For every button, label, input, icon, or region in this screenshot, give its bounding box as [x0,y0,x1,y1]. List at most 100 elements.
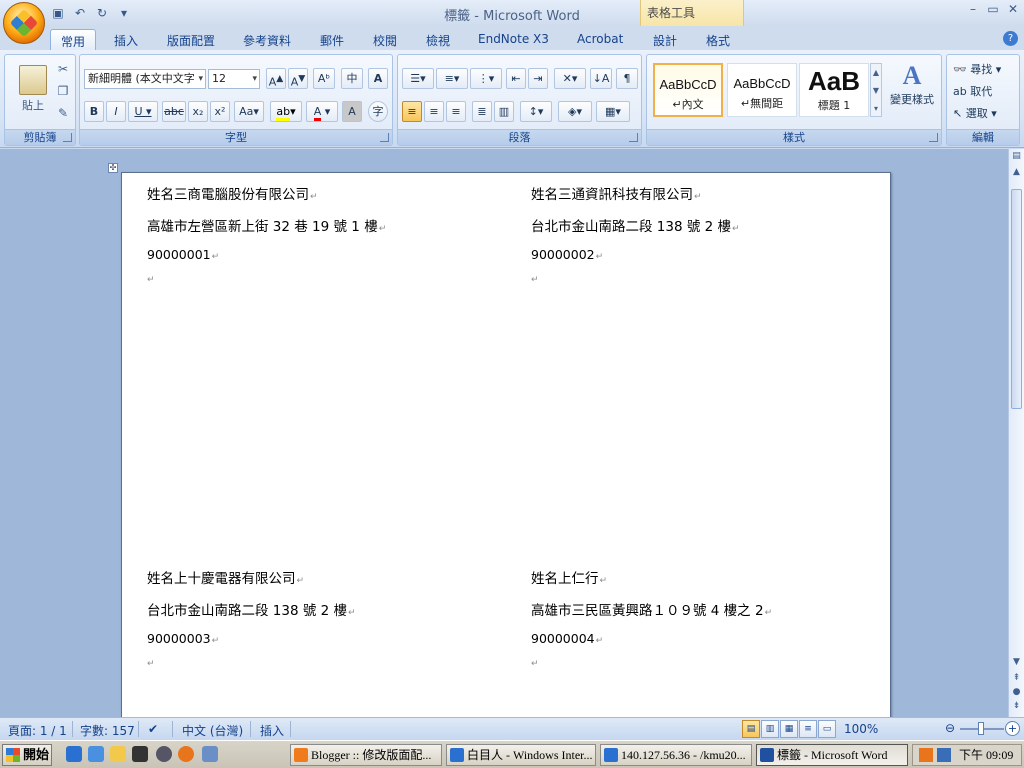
clock[interactable]: 下午 09:09 [959,745,1013,765]
label-4-name[interactable]: 姓名上仁行↵ [531,567,607,587]
tab-references[interactable]: 參考資料 [233,29,301,50]
align-left-icon[interactable]: ≡ [402,101,422,122]
tab-design[interactable]: 設計 [643,29,687,50]
strikethrough-icon[interactable]: abc [162,101,186,122]
language-indicator[interactable]: 中文 (台灣) [182,722,243,739]
desktop-quicklaunch-icon[interactable] [202,746,218,762]
print-layout-icon[interactable]: ▤ [742,720,760,738]
grow-font-icon[interactable]: A▲ [266,68,286,89]
label-4-code[interactable]: 90000004↵ [531,631,603,646]
clipboard-launcher-icon[interactable] [63,133,72,142]
next-page-icon[interactable]: ⇟ [1011,701,1022,711]
media-player-quicklaunch-icon[interactable] [156,746,172,762]
zoom-in-icon[interactable]: + [1005,721,1020,736]
style-no-spacing[interactable]: AaBbCcD ↵無間距 [727,63,797,117]
font-launcher-icon[interactable] [380,133,389,142]
table-move-handle-icon[interactable]: ✣ [108,163,118,173]
font-size-combo[interactable]: 12 [208,69,260,89]
scroll-up-icon[interactable]: ▲ [1011,167,1022,177]
distributed-icon[interactable]: ▥ [494,101,514,122]
insert-mode-indicator[interactable]: 插入 [260,722,284,739]
cmd-quicklaunch-icon[interactable] [132,746,148,762]
tab-endnote[interactable]: EndNote X3 [468,29,559,50]
style-heading-1[interactable]: AaB 標題 1 [799,63,869,117]
folder-quicklaunch-icon[interactable] [110,746,126,762]
draft-icon[interactable]: ▭ [818,720,836,738]
tab-review[interactable]: 校閱 [363,29,407,50]
label-2-address[interactable]: 台北市金山南路二段 138 號 2 樓↵ [531,215,740,235]
bold-icon[interactable]: B [84,101,104,122]
tab-home[interactable]: 常用 [50,29,97,50]
tab-acrobat[interactable]: Acrobat [567,29,633,50]
label-3-code[interactable]: 90000003↵ [147,631,219,646]
shrink-font-icon[interactable]: A▼ [288,68,308,89]
enclose-characters-icon[interactable]: 字 [368,101,388,122]
tab-mailings[interactable]: 郵件 [310,29,354,50]
label-1-address[interactable]: 高雄市左營區新上街 32 巷 19 號 1 樓↵ [147,215,386,235]
network-icon[interactable] [937,748,951,762]
sort-icon[interactable]: ↓A [590,68,612,89]
change-case-icon[interactable]: Aa▾ [234,101,264,122]
label-2-code[interactable]: 90000002↵ [531,247,603,262]
character-border-icon[interactable]: A [368,68,388,89]
firefox-quicklaunch-icon[interactable] [178,746,194,762]
italic-icon[interactable]: I [106,101,126,122]
previous-page-icon[interactable]: ⇞ [1011,673,1022,683]
restore-icon[interactable]: ▭ [986,2,1000,16]
find-button[interactable]: 👓 尋找 ▾ [953,61,1001,77]
shading-icon[interactable]: ◈▾ [558,101,592,122]
ie-quicklaunch-icon[interactable] [66,746,82,762]
tab-page-layout[interactable]: 版面配置 [157,29,225,50]
minimize-icon[interactable]: – [966,2,980,16]
change-styles-button[interactable]: A 變更樣式 [887,61,937,107]
outlook-quicklaunch-icon[interactable] [88,746,104,762]
line-spacing-icon[interactable]: ↕▾ [520,101,552,122]
label-2-name[interactable]: 姓名三通資訊科技有限公司↵ [531,183,702,203]
character-shading-icon[interactable]: A [342,101,362,122]
decrease-indent-icon[interactable]: ⇤ [506,68,526,89]
taskbar-button-word[interactable]: 標籤 - Microsoft Word [756,744,908,766]
taskbar-button-ie[interactable]: 白目人 - Windows Inter... [446,744,596,766]
align-right-icon[interactable]: ≡ [446,101,466,122]
taskbar-button-ftp[interactable]: 140.127.56.36 - /kmu20... [600,744,752,766]
style-normal[interactable]: AaBbCcD ↵內文 [653,63,723,117]
zoom-slider-thumb[interactable] [978,722,984,735]
bullets-icon[interactable]: ☰▾ [402,68,434,89]
font-color-icon[interactable]: A ▾ [306,101,338,122]
office-button[interactable] [3,2,45,44]
start-button[interactable]: 開始 [2,744,52,766]
tab-view[interactable]: 檢視 [416,29,460,50]
close-icon[interactable]: ✕ [1006,2,1020,16]
tab-insert[interactable]: 插入 [104,29,148,50]
vertical-scrollbar[interactable]: ▤ ▲ ▼ ⇞ ● ⇟ [1008,149,1024,717]
numbering-icon[interactable]: ≡▾ [436,68,468,89]
scroll-down-icon[interactable]: ▼ [1011,657,1022,667]
increase-indent-icon[interactable]: ⇥ [528,68,548,89]
paste-button[interactable]: 貼上 [13,61,53,121]
ruler-toggle-icon[interactable]: ▤ [1011,151,1022,161]
paragraph-launcher-icon[interactable] [629,133,638,142]
browse-object-icon[interactable]: ● [1011,687,1022,697]
document-page[interactable]: 姓名三商電腦股份有限公司↵ 高雄市左營區新上街 32 巷 19 號 1 樓↵ 9… [121,172,891,717]
highlight-icon[interactable]: ab▾ [270,101,302,122]
label-1-name[interactable]: 姓名三商電腦股份有限公司↵ [147,183,318,203]
full-screen-reading-icon[interactable]: ▥ [761,720,779,738]
copy-icon[interactable]: ❐ [55,83,71,99]
zoom-out-icon[interactable]: ⊖ [943,721,957,735]
word-count[interactable]: 字數: 157 [80,722,135,739]
justify-icon[interactable]: ≣ [472,101,492,122]
select-button[interactable]: ↖ 選取 ▾ [953,105,997,121]
align-center-icon[interactable]: ≡ [424,101,444,122]
superscript-icon[interactable]: x² [210,101,230,122]
label-3-name[interactable]: 姓名上十慶電器有限公司↵ [147,567,304,587]
font-name-combo[interactable]: 新細明體 (本文中文字 [84,69,206,89]
cut-icon[interactable]: ✂ [55,61,71,77]
tray-app-icon[interactable] [919,748,933,762]
asian-layout-icon[interactable]: ✕▾ [554,68,586,89]
taskbar-button-blogger[interactable]: Blogger :: 修改版面配... [290,744,442,766]
multilevel-list-icon[interactable]: ⋮▾ [470,68,502,89]
proofing-icon[interactable]: ✔ [148,722,158,736]
outline-icon[interactable]: ≡ [799,720,817,738]
tab-format[interactable]: 格式 [696,29,740,50]
replace-button[interactable]: ab 取代 [953,83,992,99]
